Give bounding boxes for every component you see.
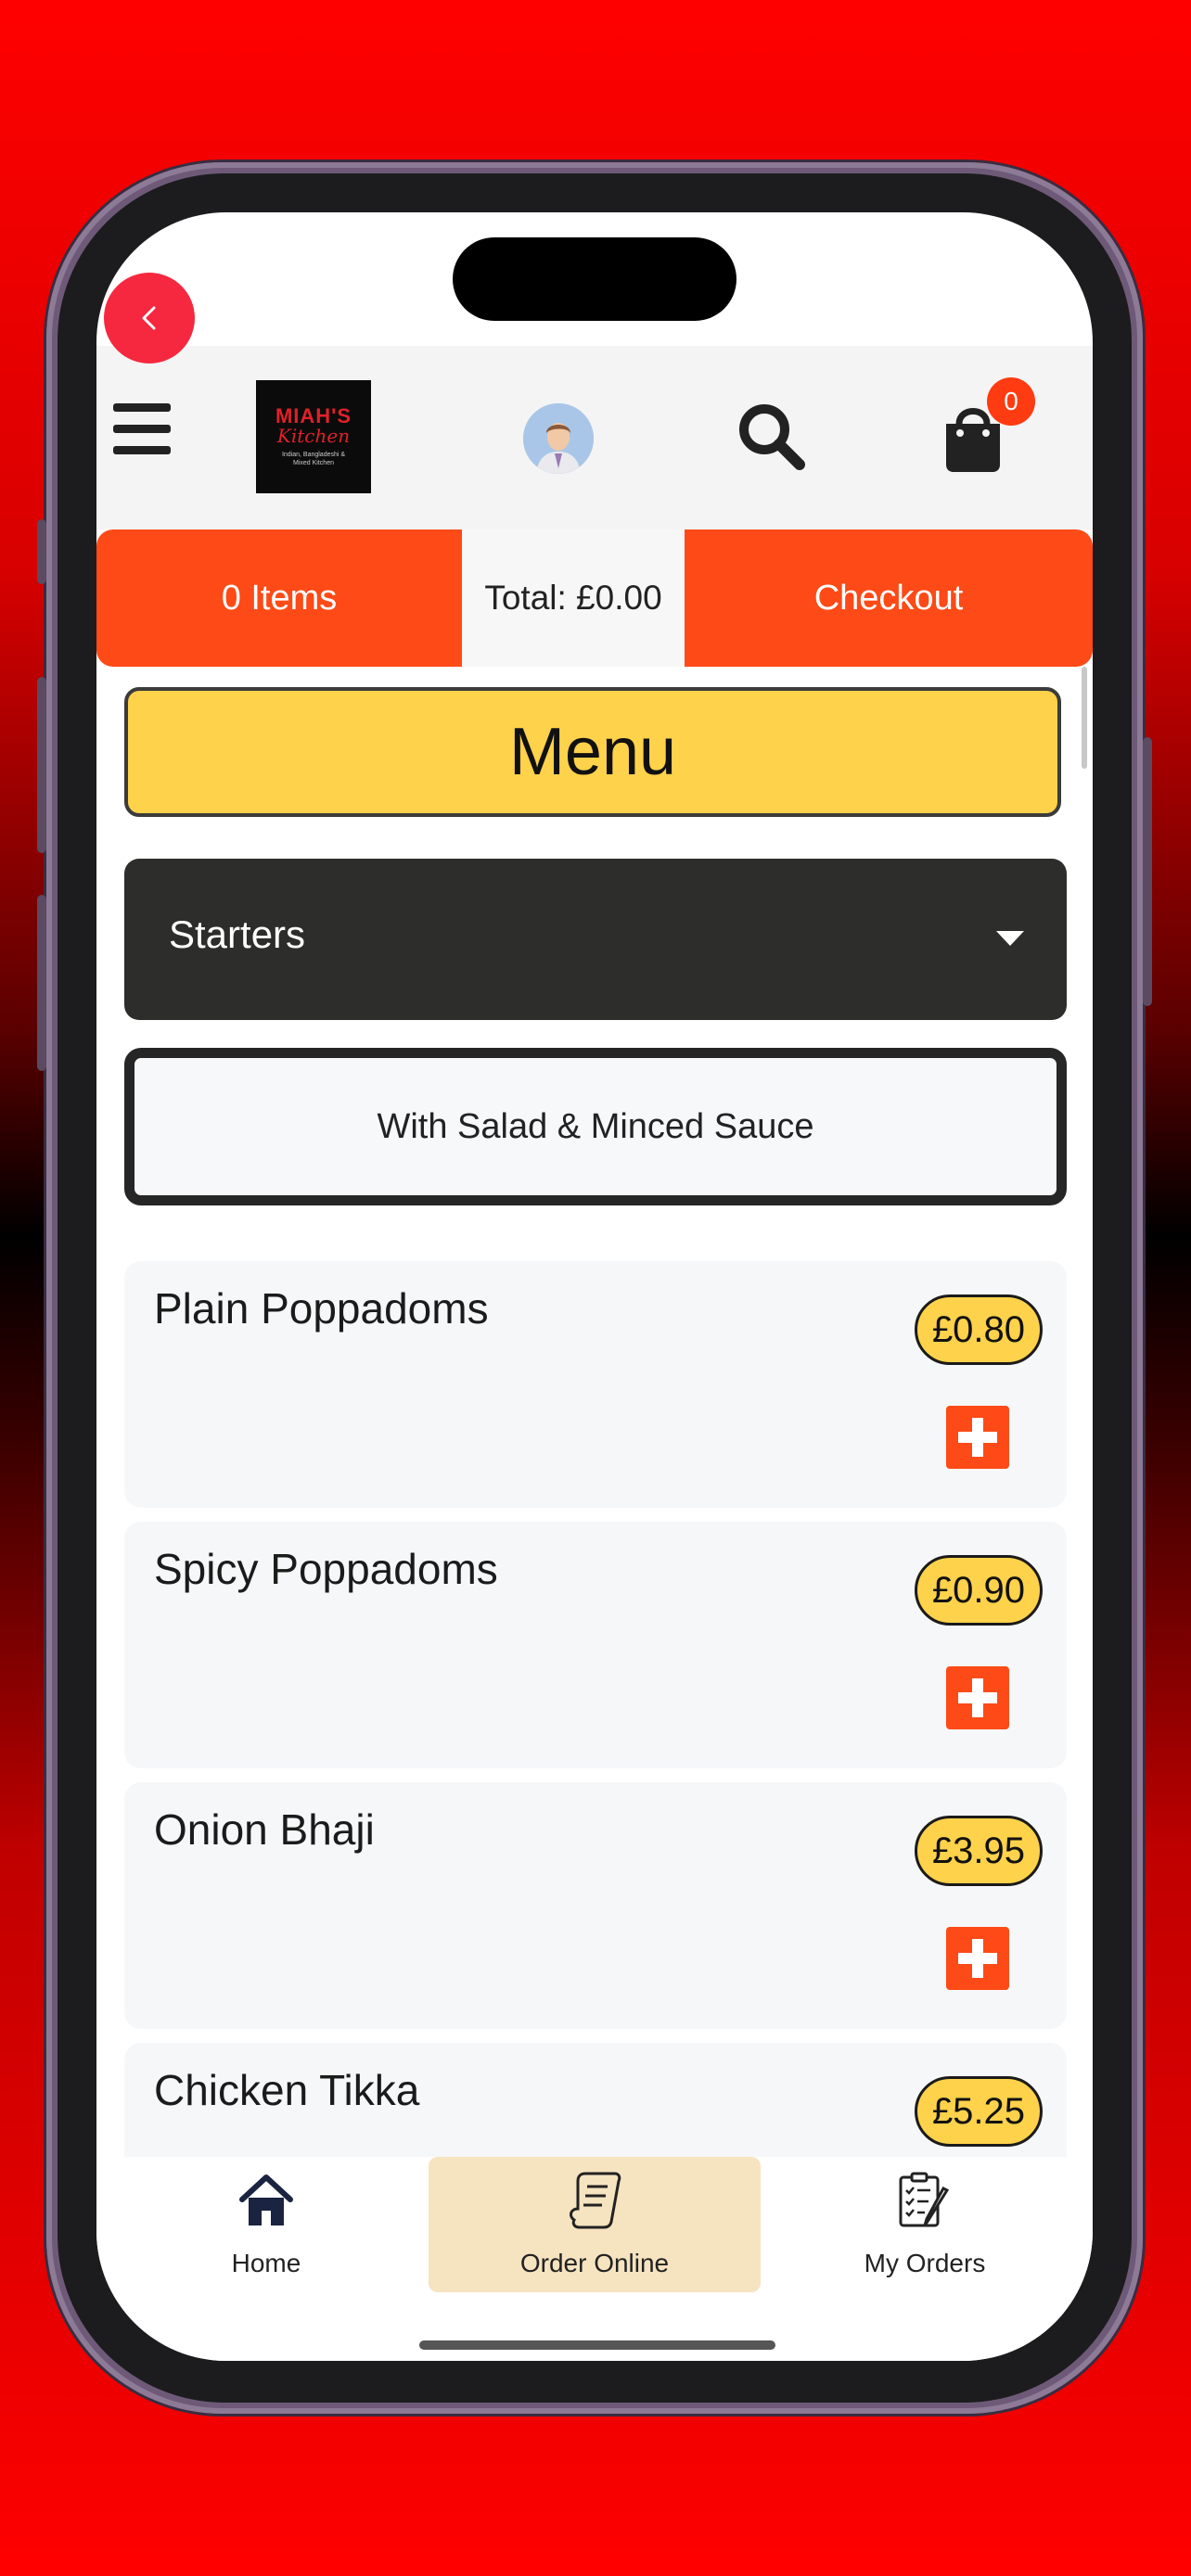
menu-item-price: £5.25 [915, 2076, 1043, 2147]
menu-item-price: £0.80 [915, 1294, 1043, 1365]
phone-side-button [1143, 737, 1152, 1006]
logo-line3: Indian, Bangladeshi & Mixed Kitchen [281, 452, 346, 466]
tab-label: My Orders [864, 2249, 986, 2277]
search-icon[interactable] [735, 400, 807, 472]
home-icon [239, 2174, 293, 2225]
menu-item-price: £3.95 [915, 1816, 1043, 1886]
logo-line1: MIAH'S [275, 404, 352, 427]
menu-item-price: £0.90 [915, 1555, 1043, 1626]
restaurant-logo[interactable]: MIAH'S Kitchen Indian, Bangladeshi & Mix… [256, 380, 371, 493]
logo-line2: Kitchen [276, 425, 351, 447]
menu-item-name: Plain Poppadoms [154, 1284, 489, 1333]
menu-item-name: Chicken Tikka [154, 2066, 420, 2114]
avatar[interactable] [523, 403, 594, 474]
back-button[interactable] [104, 273, 195, 363]
caret-down-icon [996, 931, 1024, 946]
order-summary-bar: 0 Items Total: £0.00 Checkout [96, 529, 1093, 667]
menu-item-card[interactable]: Plain Poppadoms £0.80 [124, 1261, 1067, 1508]
tab-label: Order Online [519, 2249, 670, 2277]
order-online-icon [570, 2172, 621, 2229]
my-orders-icon [899, 2172, 950, 2227]
add-to-cart-button[interactable] [946, 1406, 1009, 1469]
menu-item-name: Spicy Poppadoms [154, 1545, 498, 1593]
category-description: With Salad & Minced Sauce [124, 1048, 1067, 1205]
tab-my-orders[interactable]: My Orders [759, 2157, 1091, 2292]
add-to-cart-button[interactable] [946, 1927, 1009, 1990]
order-total: Total: £0.00 [462, 529, 685, 667]
category-dropdown[interactable]: Starters [124, 859, 1067, 1020]
chevron-left-icon [142, 306, 156, 330]
items-count[interactable]: 0 Items [96, 529, 462, 667]
scrollbar[interactable] [1082, 667, 1087, 769]
menu-item-name: Onion Bhaji [154, 1805, 375, 1854]
tab-home[interactable]: Home [100, 2157, 432, 2292]
phone-side-button [37, 519, 46, 584]
app-header: MIAH'S Kitchen Indian, Bangladeshi & Mix… [96, 346, 1093, 529]
home-indicator[interactable] [419, 2340, 775, 2350]
menu-item-card[interactable]: Spicy Poppadoms £0.90 [124, 1522, 1067, 1768]
tab-order-online[interactable]: Order Online [429, 2157, 761, 2292]
dynamic-island [453, 237, 736, 321]
phone-side-button [37, 677, 46, 853]
user-avatar-icon [523, 403, 594, 474]
category-label: Starters [169, 912, 306, 956]
app-screen: MIAH'S Kitchen Indian, Bangladeshi & Mix… [96, 212, 1093, 2361]
menu-icon[interactable] [113, 403, 171, 455]
menu-title: Menu [124, 687, 1061, 817]
cart-count-badge: 0 [987, 377, 1035, 426]
phone-side-button [37, 895, 46, 1071]
checkout-button[interactable]: Checkout [685, 529, 1093, 667]
menu-item-card[interactable]: Onion Bhaji £3.95 [124, 1782, 1067, 2029]
add-to-cart-button[interactable] [946, 1666, 1009, 1729]
bottom-tab-bar: Home Order Online My Orders [96, 2157, 1093, 2361]
tab-label: Home [231, 2249, 301, 2277]
